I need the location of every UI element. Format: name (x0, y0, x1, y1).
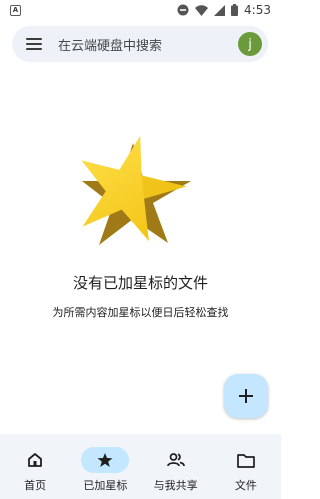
active-indicator (81, 447, 130, 473)
star-illustration (81, 135, 191, 245)
battery-icon (231, 4, 239, 16)
wifi-icon (195, 4, 209, 16)
menu-icon[interactable] (26, 38, 42, 50)
people-icon (166, 453, 185, 467)
nav-item-files[interactable]: 文件 (211, 434, 281, 499)
empty-state-title: 没有已加星标的文件 (72, 274, 208, 292)
home-icon (28, 453, 43, 467)
search-bar[interactable]: 在云端硬盘中搜索 j (12, 26, 268, 62)
nav-item-starred[interactable]: 已加星标 (70, 434, 140, 499)
folder-icon (237, 453, 255, 468)
plus-icon (239, 389, 253, 403)
nav-label-starred: 已加星标 (83, 479, 128, 492)
nav-label-home: 首页 (24, 479, 47, 492)
do-not-disturb-icon (177, 4, 189, 16)
notification-badge: A (10, 4, 21, 16)
bottom-navigation: 首页 已加星标 与我共享 文件 (0, 434, 281, 499)
new-button[interactable] (224, 374, 268, 418)
nav-item-home[interactable]: 首页 (0, 434, 70, 499)
nav-label-shared: 与我共享 (153, 479, 198, 492)
nav-item-shared[interactable]: 与我共享 (141, 434, 211, 499)
status-time: 4:53 (244, 3, 271, 17)
signal-icon (214, 4, 226, 16)
star-icon (97, 453, 113, 467)
search-input[interactable]: 在云端硬盘中搜索 (58, 35, 238, 54)
status-bar: A 4:53 (0, 0, 281, 20)
nav-label-files: 文件 (234, 479, 257, 492)
avatar[interactable]: j (238, 32, 262, 56)
empty-state-subtitle: 为所需内容加星标以便日后轻松查找 (52, 306, 229, 319)
